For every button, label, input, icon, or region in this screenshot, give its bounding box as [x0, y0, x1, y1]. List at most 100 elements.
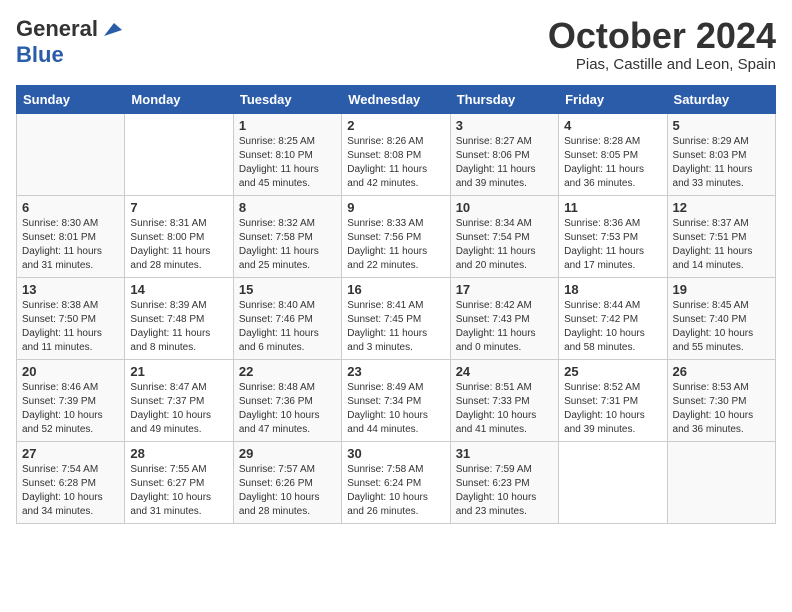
day-number: 10 — [456, 200, 553, 215]
day-number: 18 — [564, 282, 661, 297]
page-header: General Blue October 2024 Pias, Castille… — [16, 16, 776, 73]
calendar-week-4: 20 Sunrise: 8:46 AMSunset: 7:39 PMDayligh… — [17, 359, 776, 441]
calendar-cell: 25 Sunrise: 8:52 AMSunset: 7:31 PMDayligh… — [559, 359, 667, 441]
day-number: 13 — [22, 282, 119, 297]
cell-content: Sunrise: 8:47 AMSunset: 7:37 PMDaylight:… — [130, 381, 227, 437]
cell-content: Sunrise: 8:53 AMSunset: 7:30 PMDaylight:… — [673, 381, 770, 437]
calendar-cell: 17 Sunrise: 8:42 AMSunset: 7:43 PMDayligh… — [450, 277, 558, 359]
cell-content: Sunrise: 7:55 AMSunset: 6:27 PMDaylight:… — [130, 463, 227, 519]
cell-content: Sunrise: 8:39 AMSunset: 7:48 PMDaylight:… — [130, 299, 227, 355]
calendar-cell: 5 Sunrise: 8:29 AMSunset: 8:03 PMDaylight… — [667, 113, 775, 195]
calendar-cell: 15 Sunrise: 8:40 AMSunset: 7:46 PMDayligh… — [233, 277, 341, 359]
day-number: 11 — [564, 200, 661, 215]
cell-content: Sunrise: 7:54 AMSunset: 6:28 PMDaylight:… — [22, 463, 119, 519]
cell-content: Sunrise: 8:34 AMSunset: 7:54 PMDaylight:… — [456, 217, 553, 273]
day-number: 17 — [456, 282, 553, 297]
day-number: 25 — [564, 364, 661, 379]
cell-content: Sunrise: 8:32 AMSunset: 7:58 PMDaylight:… — [239, 217, 336, 273]
day-number: 20 — [22, 364, 119, 379]
calendar-cell: 27 Sunrise: 7:54 AMSunset: 6:28 PMDayligh… — [17, 441, 125, 523]
cell-content: Sunrise: 8:49 AMSunset: 7:34 PMDaylight:… — [347, 381, 444, 437]
day-number: 19 — [673, 282, 770, 297]
calendar-cell: 14 Sunrise: 8:39 AMSunset: 7:48 PMDayligh… — [125, 277, 233, 359]
day-number: 9 — [347, 200, 444, 215]
cell-content: Sunrise: 8:40 AMSunset: 7:46 PMDaylight:… — [239, 299, 336, 355]
day-number: 8 — [239, 200, 336, 215]
cell-content: Sunrise: 8:27 AMSunset: 8:06 PMDaylight:… — [456, 135, 553, 191]
day-number: 21 — [130, 364, 227, 379]
cell-content: Sunrise: 8:31 AMSunset: 8:00 PMDaylight:… — [130, 217, 227, 273]
cell-content: Sunrise: 8:25 AMSunset: 8:10 PMDaylight:… — [239, 135, 336, 191]
col-thursday: Thursday — [450, 85, 558, 113]
cell-content: Sunrise: 8:44 AMSunset: 7:42 PMDaylight:… — [564, 299, 661, 355]
calendar-week-3: 13Sunrise: 8:38 AMSunset: 7:50 PMDayligh… — [17, 277, 776, 359]
cell-content: Sunrise: 8:46 AMSunset: 7:39 PMDaylight:… — [22, 381, 119, 437]
cell-content: Sunrise: 7:58 AMSunset: 6:24 PMDaylight:… — [347, 463, 444, 519]
day-number: 2 — [347, 118, 444, 133]
cell-content: Sunrise: 8:33 AMSunset: 7:56 PMDaylight:… — [347, 217, 444, 273]
calendar-cell: 23Sunrise: 8:49 AMSunset: 7:34 PMDayligh… — [342, 359, 450, 441]
cell-content: Sunrise: 8:52 AMSunset: 7:31 PMDaylight:… — [564, 381, 661, 437]
calendar-cell — [125, 113, 233, 195]
calendar-week-2: 6 Sunrise: 8:30 AMSunset: 8:01 PMDaylight… — [17, 195, 776, 277]
cell-content: Sunrise: 8:45 AMSunset: 7:40 PMDaylight:… — [673, 299, 770, 355]
cell-content: Sunrise: 8:48 AMSunset: 7:36 PMDaylight:… — [239, 381, 336, 437]
calendar-cell: 6 Sunrise: 8:30 AMSunset: 8:01 PMDaylight… — [17, 195, 125, 277]
cell-content: Sunrise: 8:37 AMSunset: 7:51 PMDaylight:… — [673, 217, 770, 273]
calendar-cell: 2 Sunrise: 8:26 AMSunset: 8:08 PMDaylight… — [342, 113, 450, 195]
calendar-cell: 3 Sunrise: 8:27 AMSunset: 8:06 PMDaylight… — [450, 113, 558, 195]
calendar-cell: 4Sunrise: 8:28 AMSunset: 8:05 PMDaylight… — [559, 113, 667, 195]
calendar-cell: 22 Sunrise: 8:48 AMSunset: 7:36 PMDayligh… — [233, 359, 341, 441]
col-monday: Monday — [125, 85, 233, 113]
cell-content: Sunrise: 8:26 AMSunset: 8:08 PMDaylight:… — [347, 135, 444, 191]
calendar-cell — [667, 441, 775, 523]
calendar-cell — [559, 441, 667, 523]
month-title: October 2024 — [548, 16, 776, 56]
day-number: 6 — [22, 200, 119, 215]
cell-content: Sunrise: 8:29 AMSunset: 8:03 PMDaylight:… — [673, 135, 770, 191]
col-wednesday: Wednesday — [342, 85, 450, 113]
cell-content: Sunrise: 8:41 AMSunset: 7:45 PMDaylight:… — [347, 299, 444, 355]
calendar-week-5: 27 Sunrise: 7:54 AMSunset: 6:28 PMDayligh… — [17, 441, 776, 523]
day-number: 7 — [130, 200, 227, 215]
day-number: 14 — [130, 282, 227, 297]
calendar-cell: 18 Sunrise: 8:44 AMSunset: 7:42 PMDayligh… — [559, 277, 667, 359]
day-number: 12 — [673, 200, 770, 215]
day-number: 24 — [456, 364, 553, 379]
day-number: 16 — [347, 282, 444, 297]
calendar-cell: 11 Sunrise: 8:36 AMSunset: 7:53 PMDayligh… — [559, 195, 667, 277]
calendar-cell — [17, 113, 125, 195]
logo-general-text: General — [16, 16, 98, 42]
calendar-cell: 31Sunrise: 7:59 AMSunset: 6:23 PMDayligh… — [450, 441, 558, 523]
calendar-cell: 20 Sunrise: 8:46 AMSunset: 7:39 PMDayligh… — [17, 359, 125, 441]
day-number: 27 — [22, 446, 119, 461]
day-number: 15 — [239, 282, 336, 297]
cell-content: Sunrise: 8:51 AMSunset: 7:33 PMDaylight:… — [456, 381, 553, 437]
calendar-cell: 9 Sunrise: 8:33 AMSunset: 7:56 PMDaylight… — [342, 195, 450, 277]
calendar-cell: 1 Sunrise: 8:25 AMSunset: 8:10 PMDaylight… — [233, 113, 341, 195]
day-number: 5 — [673, 118, 770, 133]
day-number: 22 — [239, 364, 336, 379]
header-row: Sunday Monday Tuesday Wednesday Thursday… — [17, 85, 776, 113]
cell-content: Sunrise: 8:42 AMSunset: 7:43 PMDaylight:… — [456, 299, 553, 355]
col-tuesday: Tuesday — [233, 85, 341, 113]
col-friday: Friday — [559, 85, 667, 113]
calendar-week-1: 1 Sunrise: 8:25 AMSunset: 8:10 PMDaylight… — [17, 113, 776, 195]
cell-content: Sunrise: 8:36 AMSunset: 7:53 PMDaylight:… — [564, 217, 661, 273]
day-number: 4 — [564, 118, 661, 133]
logo-icon — [100, 18, 122, 40]
calendar-cell: 16 Sunrise: 8:41 AMSunset: 7:45 PMDayligh… — [342, 277, 450, 359]
day-number: 1 — [239, 118, 336, 133]
calendar-cell: 10 Sunrise: 8:34 AMSunset: 7:54 PMDayligh… — [450, 195, 558, 277]
cell-content: Sunrise: 8:30 AMSunset: 8:01 PMDaylight:… — [22, 217, 119, 273]
day-number: 30 — [347, 446, 444, 461]
calendar-cell: 19 Sunrise: 8:45 AMSunset: 7:40 PMDayligh… — [667, 277, 775, 359]
calendar-cell: 26Sunrise: 8:53 AMSunset: 7:30 PMDayligh… — [667, 359, 775, 441]
calendar-cell: 28Sunrise: 7:55 AMSunset: 6:27 PMDayligh… — [125, 441, 233, 523]
calendar-cell: 13Sunrise: 8:38 AMSunset: 7:50 PMDayligh… — [17, 277, 125, 359]
day-number: 29 — [239, 446, 336, 461]
calendar-cell: 7 Sunrise: 8:31 AMSunset: 8:00 PMDaylight… — [125, 195, 233, 277]
logo: General Blue — [16, 16, 122, 68]
logo-blue-text: Blue — [16, 42, 64, 68]
day-number: 3 — [456, 118, 553, 133]
